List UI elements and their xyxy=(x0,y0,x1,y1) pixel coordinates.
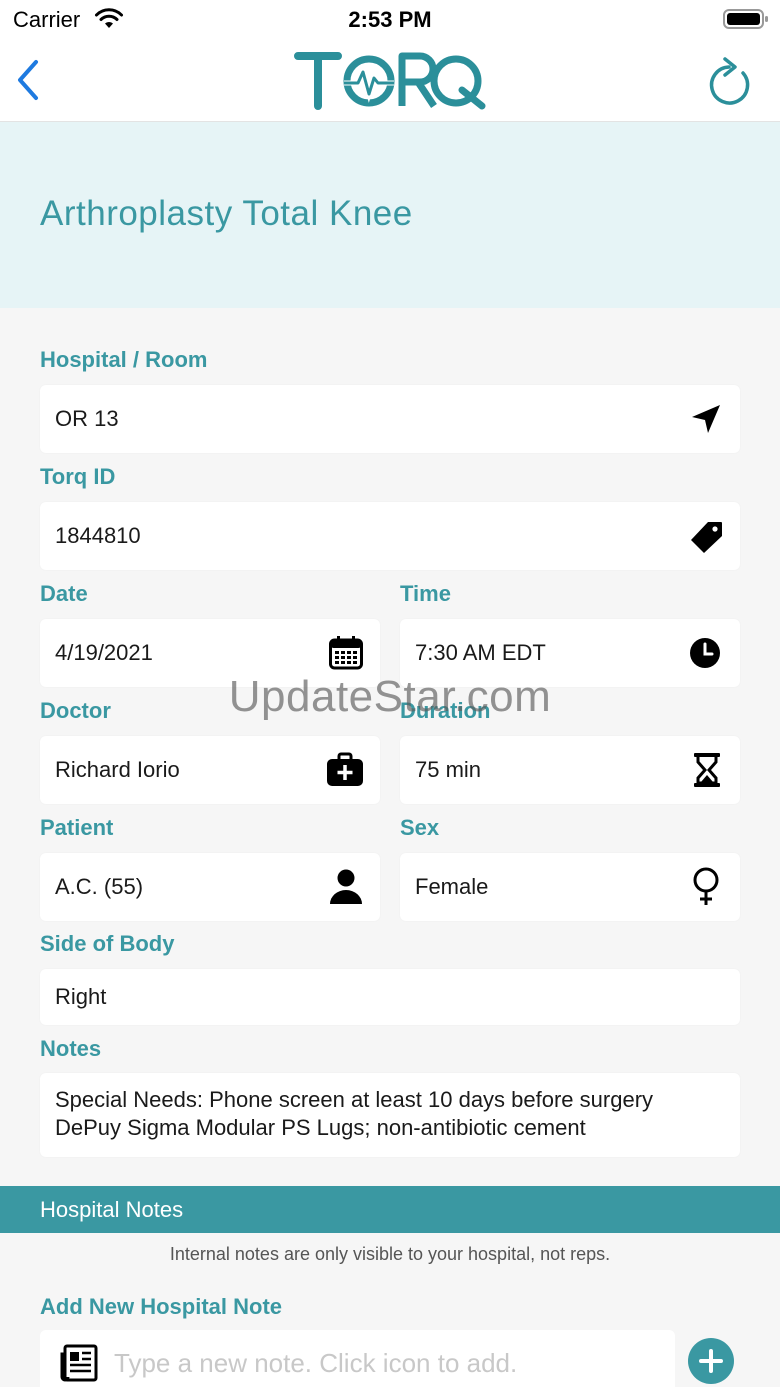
sex-label: Sex xyxy=(400,815,440,840)
watermark: UpdateStar.com xyxy=(228,672,552,721)
date-value: 4/19/2021 xyxy=(55,640,153,665)
hospital-room-field[interactable]: OR 13 xyxy=(40,385,740,453)
add-note-label: Add New Hospital Note xyxy=(40,1294,283,1319)
procedure-header: Arthroplasty Total Knee xyxy=(0,122,780,308)
hospital-room-value: OR 13 xyxy=(55,406,119,431)
person-icon xyxy=(330,869,362,904)
hospital-notes-header: Hospital Notes xyxy=(0,1186,780,1233)
hospital-notes-info: Internal notes are only visible to your … xyxy=(169,1244,611,1264)
procedure-title: Arthroplasty Total Knee xyxy=(40,194,413,233)
location-arrow-icon[interactable] xyxy=(690,403,722,435)
patient-label: Patient xyxy=(40,815,114,840)
calendar-icon xyxy=(329,636,363,670)
torq-logo xyxy=(294,52,486,110)
doctor-field[interactable]: Richard Iorio xyxy=(40,736,380,804)
new-note-input[interactable]: Type a new note. Click icon to add. xyxy=(40,1330,675,1387)
tag-icon xyxy=(691,522,722,553)
sex-value: Female xyxy=(415,874,489,899)
status-time: 2:53 PM xyxy=(348,7,432,32)
patient-field[interactable]: A.C. (55) xyxy=(40,853,380,921)
doctor-value: Richard Iorio xyxy=(55,757,180,782)
hospital-room-label: Hospital / Room xyxy=(40,347,208,372)
clock-icon xyxy=(690,638,720,668)
sex-field[interactable]: Female xyxy=(400,853,740,921)
torq-id-value: 1844810 xyxy=(55,523,141,548)
duration-field[interactable]: 75 min xyxy=(400,736,740,804)
newspaper-icon xyxy=(60,1344,98,1382)
torq-id-field[interactable]: 1844810 xyxy=(40,502,740,570)
hospital-notes-title: Hospital Notes xyxy=(40,1197,184,1222)
time-value: 7:30 AM EDT xyxy=(415,640,546,665)
notes-line-1: Special Needs: Phone screen at least 10 … xyxy=(55,1087,654,1112)
plus-icon xyxy=(699,1349,723,1373)
back-chevron-icon[interactable] xyxy=(14,58,42,102)
new-note-placeholder: Type a new note. Click icon to add. xyxy=(114,1348,518,1378)
add-note-button[interactable] xyxy=(688,1338,734,1384)
duration-value: 75 min xyxy=(415,757,482,782)
notes-field[interactable]: Special Needs: Phone screen at least 10 … xyxy=(40,1073,740,1157)
battery-icon xyxy=(723,9,768,29)
female-icon xyxy=(693,867,719,905)
date-label: Date xyxy=(40,581,88,606)
medical-bag-icon xyxy=(327,752,363,786)
hourglass-icon xyxy=(694,753,720,787)
side-of-body-field[interactable]: Right xyxy=(40,969,740,1025)
side-of-body-value: Right xyxy=(55,984,107,1009)
notes-label: Notes xyxy=(40,1036,102,1061)
refresh-icon[interactable] xyxy=(703,53,755,109)
patient-value: A.C. (55) xyxy=(55,874,144,899)
status-bar: Carrier 2:53 PM xyxy=(0,0,780,40)
notes-line-2: DePuy Sigma Modular PS Lugs; non-antibio… xyxy=(55,1115,586,1140)
nav-bar xyxy=(0,40,780,122)
torq-id-label: Torq ID xyxy=(40,464,116,489)
time-label: Time xyxy=(400,581,451,606)
side-of-body-label: Side of Body xyxy=(40,931,175,956)
